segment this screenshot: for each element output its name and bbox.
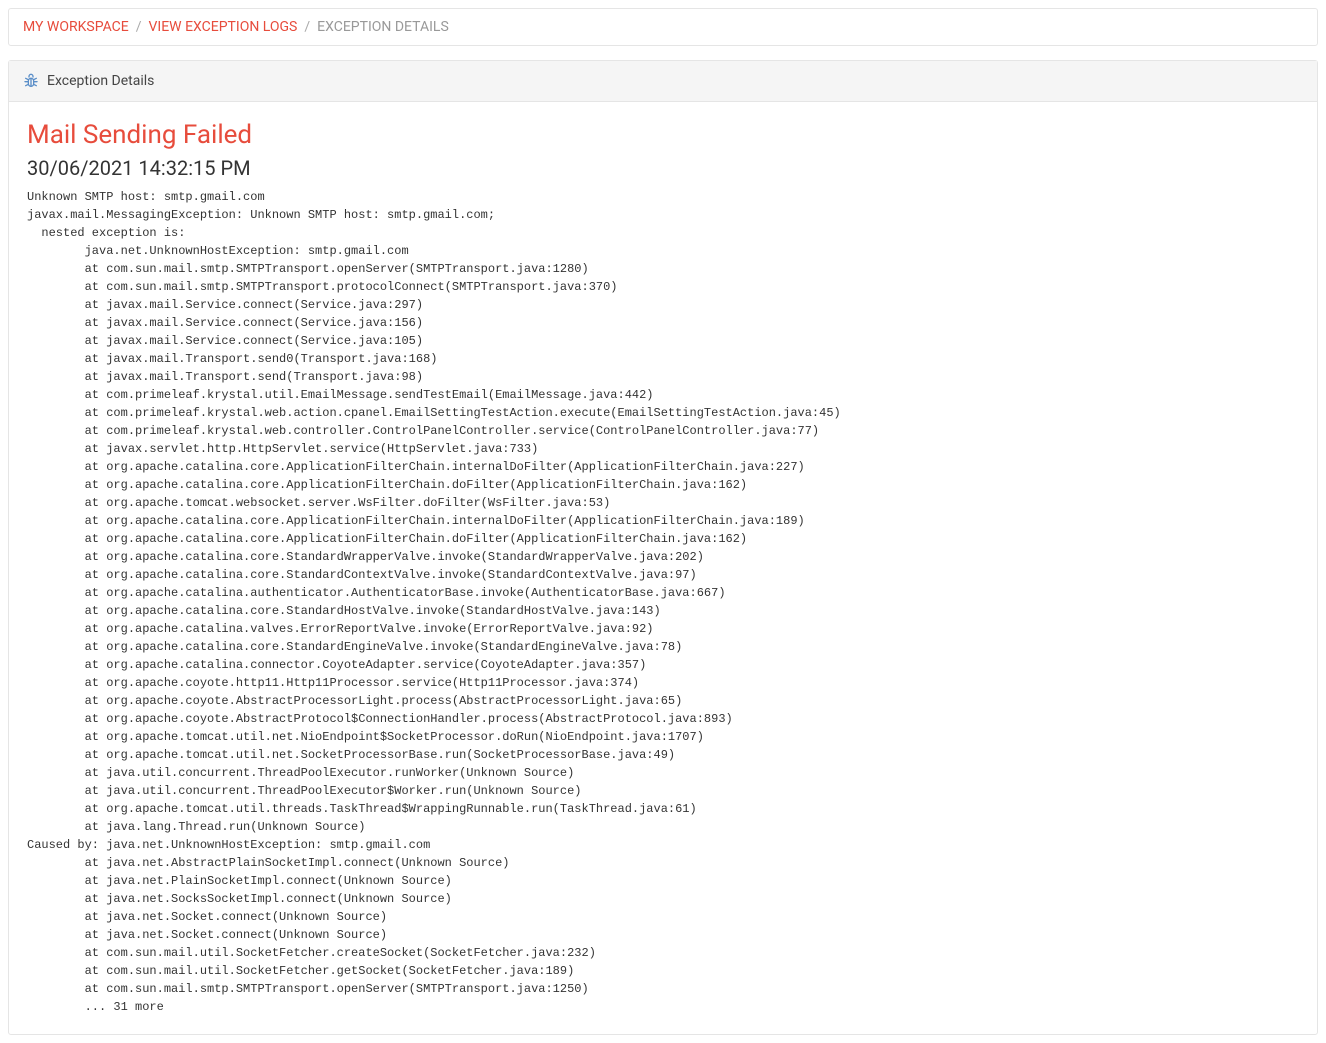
breadcrumb-separator: / xyxy=(304,19,310,35)
exception-panel: Exception Details Mail Sending Failed 30… xyxy=(8,60,1318,1035)
panel-body: Mail Sending Failed 30/06/2021 14:32:15 … xyxy=(9,102,1317,1034)
panel-header-title: Exception Details xyxy=(47,73,154,89)
bug-icon xyxy=(23,73,39,89)
breadcrumb: MY WORKSPACE / VIEW EXCEPTION LOGS / EXC… xyxy=(8,8,1318,46)
breadcrumb-current: EXCEPTION DETAILS xyxy=(317,19,449,35)
exception-timestamp: 30/06/2021 14:32:15 PM xyxy=(27,156,1299,180)
panel-header: Exception Details xyxy=(9,61,1317,102)
breadcrumb-separator: / xyxy=(136,19,142,35)
exception-stacktrace: Unknown SMTP host: smtp.gmail.com javax.… xyxy=(27,188,1299,1016)
breadcrumb-view-exception-logs[interactable]: VIEW EXCEPTION LOGS xyxy=(149,19,298,35)
exception-title: Mail Sending Failed xyxy=(27,120,1299,150)
breadcrumb-my-workspace[interactable]: MY WORKSPACE xyxy=(23,19,129,35)
